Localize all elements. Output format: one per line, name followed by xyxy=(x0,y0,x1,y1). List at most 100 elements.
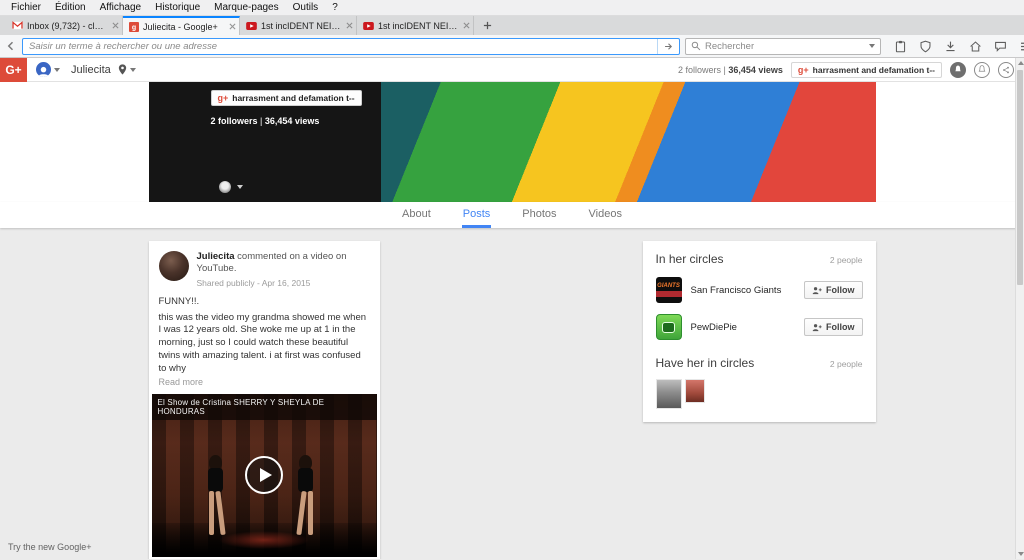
follow-button[interactable]: Follow xyxy=(804,281,863,299)
tab-close-icon[interactable] xyxy=(346,22,353,29)
menu-icon[interactable] xyxy=(1017,38,1024,54)
download-icon[interactable] xyxy=(942,38,958,54)
sidebar: In her circles 2 people GIANTS San Franc… xyxy=(642,241,876,422)
dancer-figure xyxy=(290,454,322,535)
play-icon xyxy=(259,468,272,483)
account-caret-icon[interactable] xyxy=(54,67,60,72)
cover-section: g+ harrasment and defamation t-- 2 follo… xyxy=(0,82,1024,202)
cover-report-badge[interactable]: g+ harrasment and defamation t-- xyxy=(210,90,362,106)
menu-fichier[interactable]: Fichier xyxy=(4,1,48,14)
dancer-figure xyxy=(200,454,232,535)
menubar: Fichier Édition Affichage Historique Mar… xyxy=(0,0,1024,16)
profile-nav-tabs: About Posts Photos Videos xyxy=(0,202,1024,228)
navigation-toolbar xyxy=(0,35,1024,58)
post-text: FUNNY!!. this was the video my grandma s… xyxy=(158,295,367,374)
menu-outils[interactable]: Outils xyxy=(286,1,326,14)
youtube-icon xyxy=(363,21,374,30)
post-header: Juliecita commented on a video on YouTub… xyxy=(149,241,380,291)
youtube-icon xyxy=(246,21,257,30)
menu-historique[interactable]: Historique xyxy=(148,1,207,14)
search-engine-caret-icon[interactable] xyxy=(869,44,875,48)
post-byline: Juliecita commented on a video on YouTub… xyxy=(196,251,347,275)
tab-youtube-1[interactable]: 1st incIDENT NEIGHBOR o... xyxy=(240,16,357,35)
tab-close-icon[interactable] xyxy=(112,22,119,29)
circle-member-name[interactable]: PewDiePie xyxy=(691,322,796,333)
reply-on-youtube-link[interactable]: Reply on YouTube xyxy=(149,557,380,559)
person-add-icon xyxy=(812,286,822,294)
post-author-avatar[interactable] xyxy=(158,251,189,281)
url-input[interactable] xyxy=(23,40,657,52)
home-icon[interactable] xyxy=(967,38,983,54)
cover-overlay-panel: g+ harrasment and defamation t-- 2 follo… xyxy=(148,82,381,202)
circle-row-giants: GIANTS San Francisco Giants Follow xyxy=(655,277,863,303)
person-add-icon xyxy=(812,323,822,331)
menu-aide[interactable]: ? xyxy=(325,1,345,14)
tab-title: 1st incIDENT NEIGHBOR o... xyxy=(261,20,342,31)
topbar-right: 2 followers | 36,454 views g+ harrasment… xyxy=(677,61,1014,78)
cover-avatar-menu[interactable] xyxy=(218,181,243,193)
circle-member-name[interactable]: San Francisco Giants xyxy=(691,285,796,296)
have-circles-count: 2 people xyxy=(829,359,863,369)
video-title-overlay: El Show de Cristina SHERRY Y SHEYLA DE H… xyxy=(151,393,377,420)
cover-badge-label: harrasment and defamation t-- xyxy=(232,93,355,103)
page-scrollbar[interactable] xyxy=(1015,58,1024,559)
url-bar xyxy=(22,37,680,55)
follow-button[interactable]: Follow xyxy=(804,318,863,336)
tab-googleplus[interactable]: g Juliecita - Google+ xyxy=(123,16,240,35)
tab-posts[interactable]: Posts xyxy=(461,202,492,228)
report-badge-button[interactable]: g+ harrasment and defamation t-- xyxy=(790,61,942,78)
gplus-badge-icon: g+ xyxy=(797,64,809,75)
search-input[interactable] xyxy=(705,40,862,52)
in-circles-count: 2 people xyxy=(829,255,863,265)
gmail-icon xyxy=(12,21,23,30)
tab-close-icon[interactable] xyxy=(463,22,470,29)
in-circles-title: In her circles xyxy=(655,252,724,266)
tab-about[interactable]: About xyxy=(401,202,432,228)
gplus-badge-icon: g+ xyxy=(217,93,229,103)
circle-row-pewdiepie: PewDiePie Follow xyxy=(655,314,863,340)
tab-gmail[interactable]: Inbox (9,732) - clairefelicit... xyxy=(6,16,123,35)
account-avatar[interactable] xyxy=(36,62,51,77)
web-content: G+ Juliecita 2 followers | 36,454 views … xyxy=(0,58,1024,559)
search-bar xyxy=(685,37,881,55)
gplus-favicon: g xyxy=(129,21,139,32)
tab-bar: Inbox (9,732) - clairefelicit... g Julie… xyxy=(0,16,1024,35)
gplus-topbar: G+ Juliecita 2 followers | 36,454 views … xyxy=(0,58,1024,82)
circle-member-avatar[interactable] xyxy=(684,379,705,403)
go-arrow-icon[interactable] xyxy=(657,38,679,54)
notifications-icon[interactable] xyxy=(950,61,966,78)
menu-edition[interactable]: Édition xyxy=(48,1,93,14)
video-thumbnail[interactable]: El Show de Cristina SHERRY Y SHEYLA DE H… xyxy=(151,393,377,557)
cover-stats: 2 followers | 36,454 views xyxy=(210,116,320,126)
tab-title: 1st incIDENT NEIGHBOR o... xyxy=(378,20,459,31)
clipboard-icon[interactable] xyxy=(892,38,908,54)
cover-art-image xyxy=(380,82,876,202)
location-pin-icon xyxy=(118,64,127,75)
hello-chat-icon[interactable] xyxy=(992,38,1008,54)
tab-photos[interactable]: Photos xyxy=(521,202,557,228)
try-new-googleplus-link[interactable]: Try the new Google+ xyxy=(8,542,91,552)
scrollbar-thumb[interactable] xyxy=(1017,70,1023,285)
menu-marque-pages[interactable]: Marque-pages xyxy=(207,1,285,14)
scrollbar-up-arrow[interactable] xyxy=(1017,61,1024,65)
back-button[interactable] xyxy=(5,37,17,55)
gplus-logo[interactable]: G+ xyxy=(0,58,27,82)
scrollbar-down-arrow[interactable] xyxy=(1017,552,1024,556)
bell-icon[interactable] xyxy=(974,61,990,78)
shield-icon[interactable] xyxy=(917,38,933,54)
post-author-link[interactable]: Juliecita xyxy=(197,251,235,262)
giants-logo: GIANTS xyxy=(655,277,682,303)
new-tab-button[interactable] xyxy=(474,16,500,35)
profile-stats: 2 followers | 36,454 views xyxy=(677,64,783,75)
read-more-link[interactable]: Read more xyxy=(149,376,380,394)
mini-avatar xyxy=(218,181,231,193)
circle-member-avatar[interactable] xyxy=(655,379,682,409)
share-icon[interactable] xyxy=(998,61,1014,78)
profile-caret-icon[interactable] xyxy=(129,67,136,72)
tab-videos[interactable]: Videos xyxy=(588,202,623,228)
tab-youtube-2[interactable]: 1st incIDENT NEIGHBOR o... xyxy=(357,16,474,35)
menu-affichage[interactable]: Affichage xyxy=(93,1,149,14)
toolbar-icons xyxy=(892,38,1024,54)
play-button[interactable] xyxy=(245,456,283,495)
tab-close-icon[interactable] xyxy=(229,23,236,30)
